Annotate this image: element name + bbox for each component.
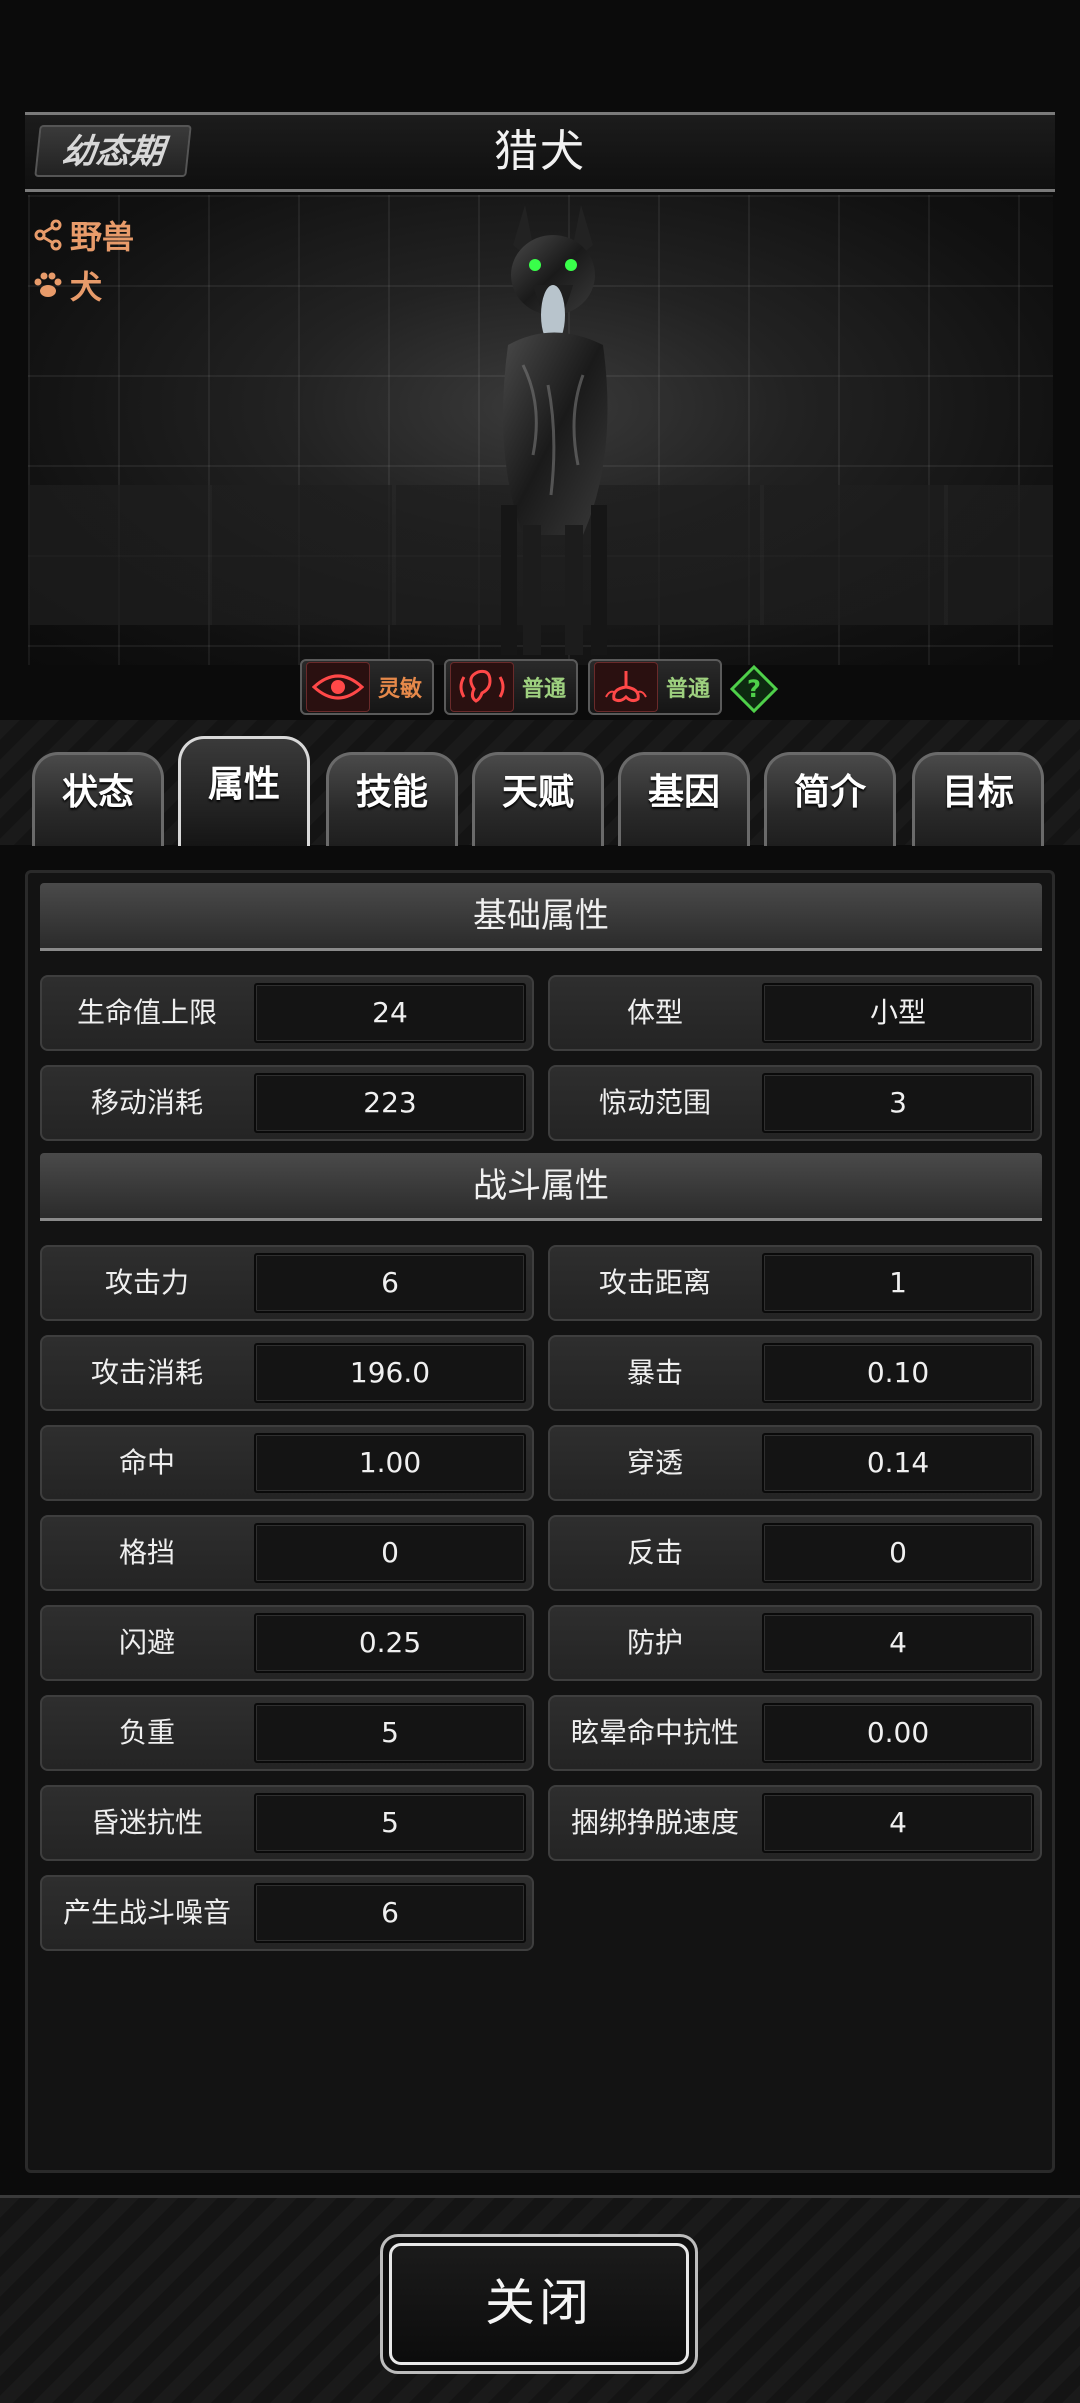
tab-status[interactable]: 状态 — [32, 752, 164, 846]
attr-label: 昏迷抗性 — [90, 1806, 203, 1839]
trait-label: 野兽 — [70, 218, 135, 256]
attributes-panel: 基础属性 生命值上限 24 体型 小型 移动消耗 223 惊动范围 3 战斗属性… — [25, 870, 1055, 2173]
attr-value: 0.14 — [762, 1433, 1034, 1493]
attr-value: 0 — [254, 1523, 526, 1583]
attr-row: 格挡 0 — [40, 1515, 534, 1591]
attr-value: 0.00 — [762, 1703, 1034, 1763]
sense-sight[interactable]: 灵敏 — [300, 659, 434, 715]
attr-label: 攻击距离 — [598, 1266, 711, 1299]
trait-beast: 野兽 — [32, 215, 135, 256]
attr-value: 1.00 — [254, 1433, 526, 1493]
help-icon[interactable]: ? — [730, 665, 778, 713]
attr-label: 命中 — [118, 1446, 175, 1479]
tab-goals[interactable]: 目标 — [912, 752, 1044, 846]
attr-value: 5 — [254, 1793, 526, 1853]
attr-label: 闪避 — [118, 1626, 175, 1659]
attr-label: 捆绑挣脱速度 — [570, 1806, 739, 1839]
attr-label: 负重 — [118, 1716, 175, 1749]
trait-dog: 犬 — [32, 265, 103, 306]
attr-row: 捆绑挣脱速度 4 — [548, 1785, 1042, 1861]
attr-label: 惊动范围 — [598, 1086, 711, 1119]
eye-icon — [312, 674, 364, 700]
attr-value: 24 — [254, 983, 526, 1043]
title-bar: 幼态期 猎犬 — [25, 112, 1055, 192]
ear-icon — [459, 669, 505, 703]
hound-image — [501, 205, 608, 655]
attr-row: 产生战斗噪音 6 — [40, 1875, 534, 1951]
tab-bar: 状态 属性 技能 天赋 基因 简介 目标 — [0, 720, 1080, 846]
attr-label: 格挡 — [118, 1536, 175, 1569]
attr-label: 产生战斗噪音 — [62, 1896, 231, 1929]
tab-skills[interactable]: 技能 — [326, 752, 458, 846]
tab-attributes[interactable]: 属性 — [178, 736, 310, 846]
attr-value: 1 — [762, 1253, 1034, 1313]
attr-label: 穿透 — [626, 1446, 683, 1479]
trait-label: 犬 — [70, 268, 103, 306]
attr-row: 命中 1.00 — [40, 1425, 534, 1501]
sense-level: 普通 — [522, 677, 567, 702]
attr-label: 移动消耗 — [90, 1086, 203, 1119]
attr-label: 体型 — [626, 996, 683, 1029]
attr-label: 反击 — [626, 1536, 683, 1569]
creature-portrait: 野兽 犬 — [28, 195, 1053, 665]
tab-genes[interactable]: 基因 — [618, 752, 750, 846]
sense-level: 灵敏 — [378, 677, 423, 702]
attr-value: 0 — [762, 1523, 1034, 1583]
attr-row: 昏迷抗性 5 — [40, 1785, 534, 1861]
attr-value: 小型 — [762, 983, 1034, 1043]
close-button[interactable]: 关闭 — [380, 2234, 698, 2374]
attr-row: 防护 4 — [548, 1605, 1042, 1681]
attr-row: 攻击距离 1 — [548, 1245, 1042, 1321]
attr-row: 攻击力 6 — [40, 1245, 534, 1321]
creature-name: 猎犬 — [494, 126, 586, 177]
attr-value: 4 — [762, 1793, 1034, 1853]
attr-value: 6 — [254, 1883, 526, 1943]
attr-value: 0.10 — [762, 1343, 1034, 1403]
tab-profile[interactable]: 简介 — [764, 752, 896, 846]
svg-text:?: ? — [747, 675, 761, 703]
nose-icon — [605, 671, 647, 703]
attr-row: 惊动范围 3 — [548, 1065, 1042, 1141]
attr-label: 暴击 — [626, 1356, 683, 1389]
senses-row: 灵敏 普通 普通 ? — [0, 655, 1080, 719]
attr-value: 5 — [254, 1703, 526, 1763]
section-header-basic: 基础属性 — [40, 883, 1042, 951]
attr-row: 负重 5 — [40, 1695, 534, 1771]
attr-label: 眩晕命中抗性 — [570, 1716, 739, 1749]
attr-row: 眩晕命中抗性 0.00 — [548, 1695, 1042, 1771]
attr-value: 196.0 — [254, 1343, 526, 1403]
attr-label: 攻击力 — [104, 1266, 189, 1299]
attr-row: 移动消耗 223 — [40, 1065, 534, 1141]
paw-icon — [34, 272, 62, 297]
section-header-combat: 战斗属性 — [40, 1153, 1042, 1221]
attr-label: 生命值上限 — [76, 996, 217, 1029]
attr-row: 闪避 0.25 — [40, 1605, 534, 1681]
attr-row: 反击 0 — [548, 1515, 1042, 1591]
share-nodes-icon — [34, 219, 62, 251]
attr-row: 生命值上限 24 — [40, 975, 534, 1051]
attr-row: 攻击消耗 196.0 — [40, 1335, 534, 1411]
attr-row: 穿透 0.14 — [548, 1425, 1042, 1501]
close-button-label: 关闭 — [389, 2243, 689, 2365]
attr-label: 防护 — [626, 1626, 683, 1659]
sense-level: 普通 — [666, 677, 711, 702]
attr-row: 暴击 0.10 — [548, 1335, 1042, 1411]
sense-smell[interactable]: 普通 — [588, 659, 722, 715]
attr-value: 3 — [762, 1073, 1034, 1133]
attr-row: 体型 小型 — [548, 975, 1042, 1051]
attr-value: 223 — [254, 1073, 526, 1133]
attr-value: 0.25 — [254, 1613, 526, 1673]
sense-hearing[interactable]: 普通 — [444, 659, 578, 715]
tab-talents[interactable]: 天赋 — [472, 752, 604, 846]
attr-label: 攻击消耗 — [90, 1356, 203, 1389]
footer-bar: 关闭 — [0, 2195, 1080, 2403]
attr-value: 4 — [762, 1613, 1034, 1673]
attr-value: 6 — [254, 1253, 526, 1313]
